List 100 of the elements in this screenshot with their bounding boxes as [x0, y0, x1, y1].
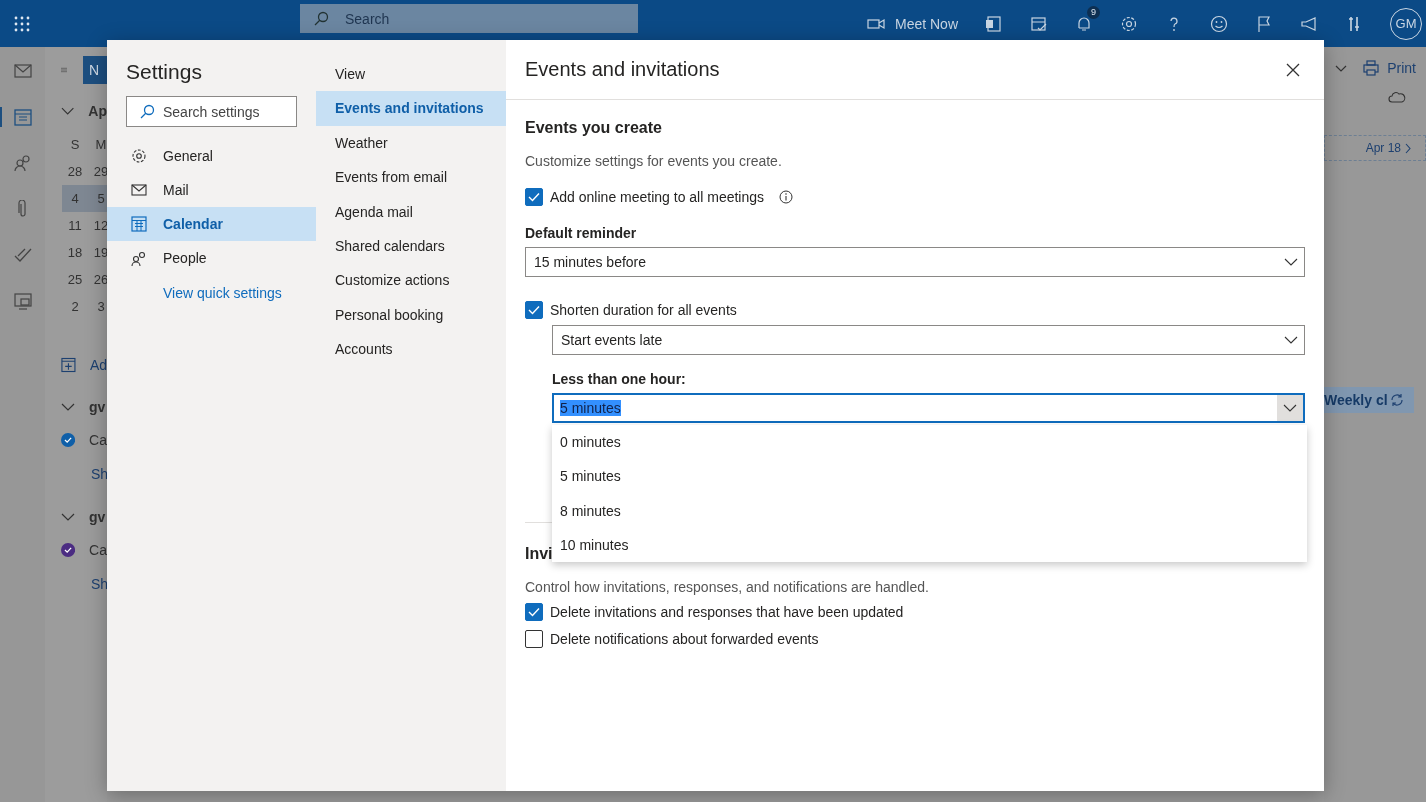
- date-cell[interactable]: 4: [62, 191, 88, 206]
- close-icon[interactable]: [1286, 62, 1300, 77]
- checkbox-label: Delete notifications about forwarded events: [550, 631, 819, 647]
- new-event-button[interactable]: N: [83, 56, 107, 84]
- print-button[interactable]: Print: [1363, 60, 1416, 76]
- date-cell[interactable]: 18: [62, 245, 88, 260]
- settings-category[interactable]: People: [107, 241, 316, 275]
- smiley-icon[interactable]: [1210, 14, 1228, 33]
- settings-category[interactable]: Calendar: [107, 207, 316, 241]
- section-description: Customize settings for events you create.: [525, 153, 782, 169]
- event-title: Weekly cl: [1324, 392, 1388, 408]
- section-heading: Invi: [525, 545, 553, 564]
- settings-category[interactable]: General: [107, 139, 316, 173]
- bell-icon[interactable]: [1075, 14, 1093, 33]
- checkmark-icon[interactable]: [13, 247, 32, 263]
- view-quick-settings-link[interactable]: View quick settings: [107, 285, 316, 301]
- weekday-label: S: [69, 137, 81, 152]
- settings-subnav-item[interactable]: Personal booking: [316, 297, 506, 333]
- flag-icon[interactable]: [1255, 14, 1273, 33]
- calendar-name[interactable]: Ca: [89, 432, 107, 448]
- mail-icon: [131, 184, 147, 196]
- settings-subnav-item[interactable]: View: [316, 57, 506, 92]
- reminder-dropdown[interactable]: 15 minutes before: [525, 247, 1305, 277]
- checkbox[interactable]: [525, 188, 543, 206]
- date-cell[interactable]: 2: [62, 299, 88, 314]
- people-icon[interactable]: [13, 155, 32, 171]
- date-cell[interactable]: 25: [62, 272, 88, 287]
- people-icon: [131, 250, 147, 266]
- info-icon[interactable]: [779, 190, 794, 204]
- settings-subnav-item[interactable]: Events from email: [316, 160, 506, 195]
- date-cell[interactable]: 11: [62, 218, 88, 233]
- date-cell[interactable]: 5: [88, 191, 107, 206]
- app-launcher-icon[interactable]: [14, 15, 30, 32]
- dropdown-option[interactable]: 0 minutes: [552, 425, 1307, 460]
- settings-subnav-item[interactable]: Weather: [316, 125, 506, 161]
- minutes-dropdown[interactable]: 5 minutes: [552, 393, 1305, 423]
- checkbox-label: Shorten duration for all events: [550, 302, 737, 318]
- chevron-down-icon[interactable]: [61, 403, 75, 411]
- dropdown-option[interactable]: 10 minutes: [552, 527, 1307, 563]
- month-label: Ap: [88, 103, 107, 119]
- add-calendar-link[interactable]: Ad: [89, 357, 107, 373]
- date-cell[interactable]: 26: [88, 272, 107, 287]
- search-settings-field[interactable]: Search settings: [126, 96, 297, 127]
- check-circle-icon[interactable]: [61, 432, 76, 448]
- dropdown-option[interactable]: 8 minutes: [552, 493, 1307, 528]
- date-cell[interactable]: 12: [88, 218, 107, 233]
- search-field[interactable]: Search: [300, 4, 638, 33]
- paperclip-icon[interactable]: [17, 200, 28, 218]
- search-icon: [313, 10, 329, 27]
- chevron-down-icon: [1284, 258, 1298, 266]
- chevron-down-icon[interactable]: [61, 513, 75, 521]
- chevron-down-icon[interactable]: [1335, 64, 1348, 72]
- calendar-add-icon[interactable]: [61, 357, 76, 373]
- meet-now-button[interactable]: Meet Now: [866, 15, 958, 32]
- checkbox[interactable]: [525, 630, 543, 648]
- checkbox-label: Delete invitations and responses that have been updated: [550, 604, 904, 620]
- chevron-right-icon[interactable]: [1405, 142, 1411, 154]
- checkbox-label: Add online meeting to all meetings: [550, 189, 765, 205]
- dialog-title: Settings: [126, 60, 203, 85]
- notebook-icon[interactable]: [985, 14, 1003, 33]
- settings-subnav-item[interactable]: Accounts: [316, 332, 506, 367]
- settings-subnav-item[interactable]: Events and invitations: [316, 91, 506, 126]
- settings-category[interactable]: Mail: [107, 173, 316, 207]
- date-cell[interactable]: 29: [88, 164, 107, 179]
- weekday-label: M: [94, 137, 107, 152]
- checkbox[interactable]: [525, 603, 543, 621]
- checkmark-icon: [528, 607, 540, 617]
- date-cell[interactable]: 28: [62, 164, 88, 179]
- search-placeholder: Search: [345, 10, 390, 27]
- calendar-name[interactable]: Ca: [89, 542, 107, 558]
- megaphone-icon[interactable]: [1300, 14, 1318, 33]
- mail-icon[interactable]: [13, 64, 32, 78]
- settings-subnav-item[interactable]: Customize actions: [316, 263, 506, 298]
- field-label: Default reminder: [525, 225, 637, 241]
- checkmark-icon: [528, 305, 540, 315]
- checkmark-icon: [528, 192, 540, 202]
- settings-subnav-item[interactable]: Agenda mail: [316, 194, 506, 229]
- video-camera-icon: [866, 17, 885, 30]
- check-circle-icon[interactable]: [61, 542, 76, 558]
- search-placeholder: Search settings: [163, 103, 260, 120]
- chevron-down-icon[interactable]: [61, 107, 75, 115]
- section-heading: Events you create: [525, 119, 662, 138]
- field-label: Less than one hour:: [552, 371, 686, 387]
- shorten-mode-dropdown[interactable]: Start events late: [552, 325, 1305, 355]
- settings-icon[interactable]: [1120, 14, 1138, 33]
- group-name[interactable]: gv: [89, 399, 106, 415]
- board-icon[interactable]: [13, 292, 32, 310]
- dropdown-option[interactable]: 5 minutes: [552, 459, 1307, 494]
- calendar-event[interactable]: Weekly cl: [1324, 387, 1414, 413]
- calendar-check-icon[interactable]: [1030, 14, 1048, 33]
- date-label: Apr 18: [1365, 141, 1401, 155]
- group-name[interactable]: gv: [89, 509, 106, 525]
- date-cell[interactable]: 19: [88, 245, 107, 260]
- settings-subnav-item[interactable]: Shared calendars: [316, 228, 506, 264]
- show-all-link[interactable]: Sh: [61, 458, 107, 490]
- date-cell[interactable]: 3: [88, 299, 107, 314]
- show-all-link[interactable]: Sh: [61, 568, 107, 600]
- search-icon: [139, 103, 155, 120]
- checkbox[interactable]: [525, 301, 543, 319]
- chevron-down-icon: [1283, 404, 1297, 412]
